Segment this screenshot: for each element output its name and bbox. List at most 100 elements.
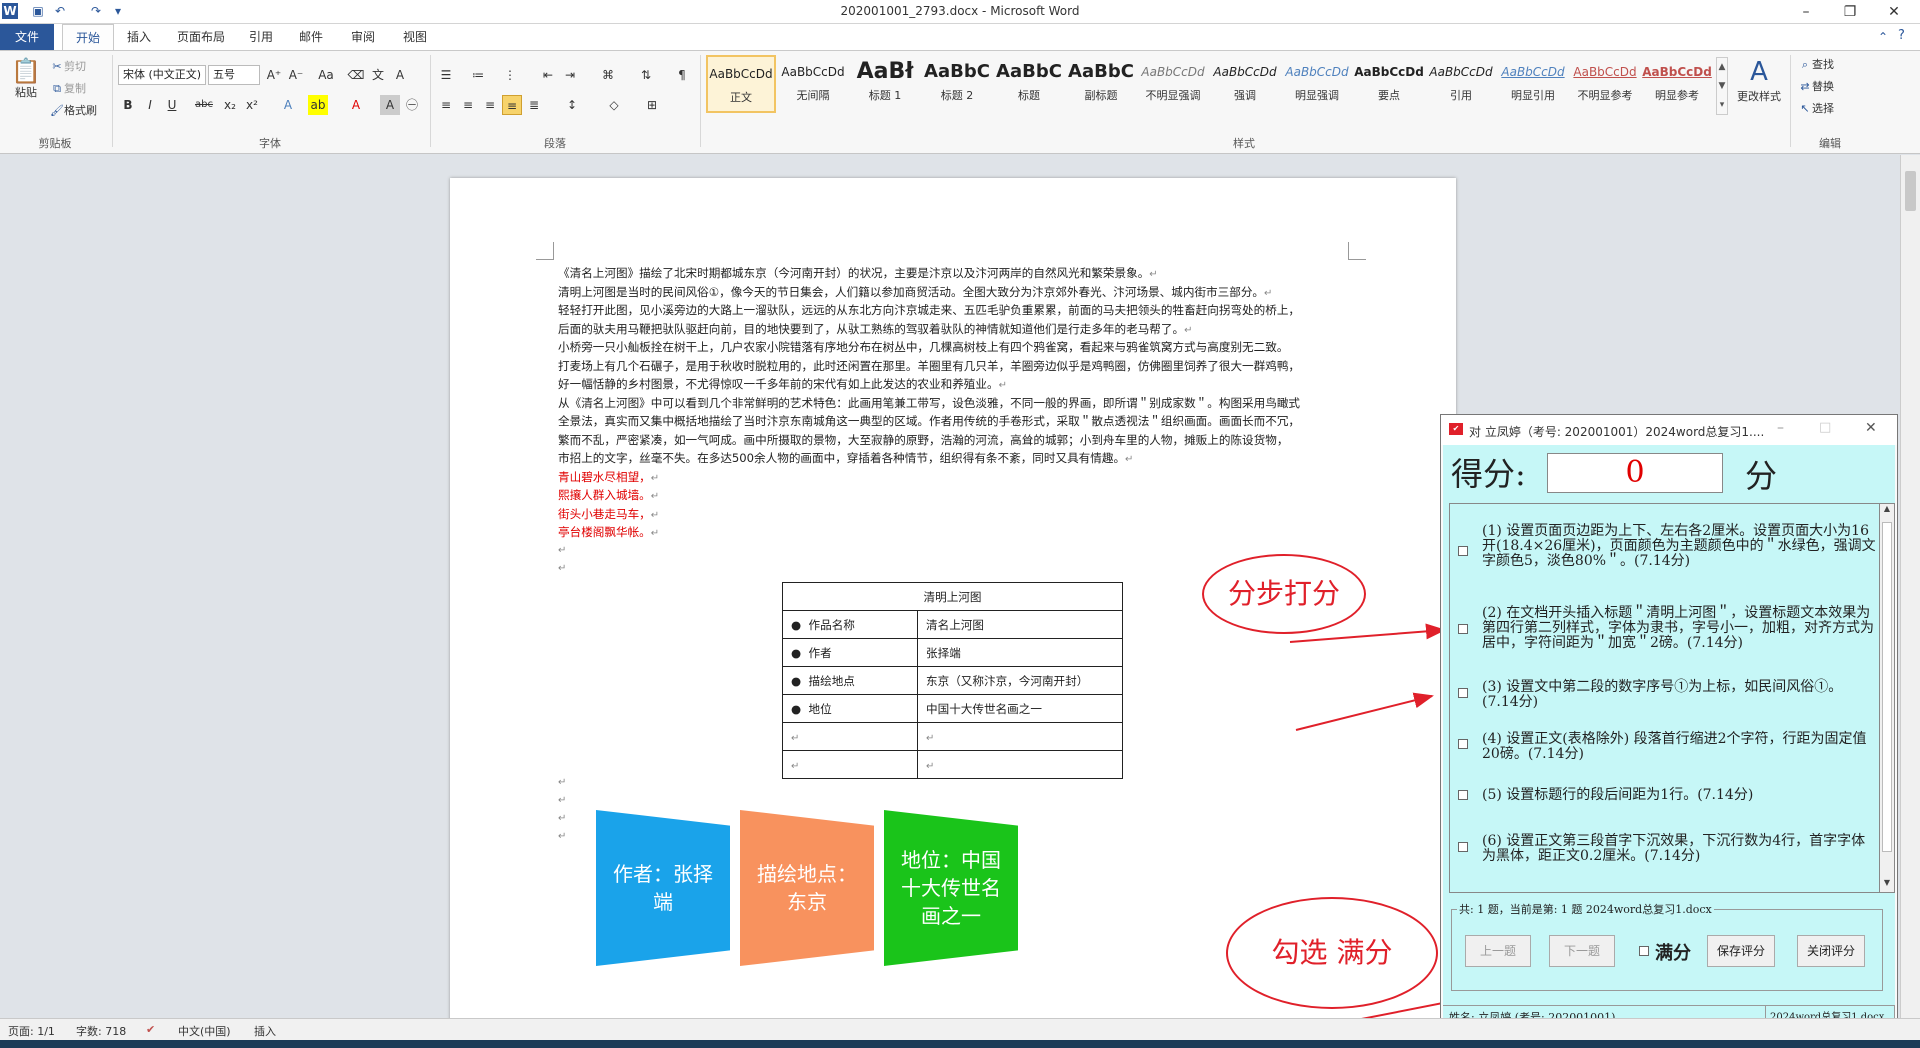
style-heading1[interactable]: AaBł 标题 1 bbox=[850, 55, 920, 113]
poem-line[interactable]: 亭台楼阁飘华帐。↵ bbox=[558, 523, 1348, 544]
item-checkbox[interactable] bbox=[1458, 546, 1468, 556]
language[interactable]: 中文(中国) bbox=[178, 1023, 231, 1039]
change-case-icon[interactable]: Aa bbox=[316, 65, 336, 85]
table-row[interactable]: ● 作者 张择端 bbox=[782, 638, 1123, 667]
sort-icon[interactable]: ⇅ bbox=[636, 65, 656, 85]
scroll-thumb[interactable] bbox=[1882, 522, 1892, 852]
table-cell[interactable]: ↵ bbox=[917, 722, 1123, 751]
justify-icon[interactable]: ≡ bbox=[502, 95, 522, 115]
tab-file[interactable]: 文件 bbox=[0, 24, 54, 50]
empty-paragraph[interactable]: ↵ bbox=[558, 792, 1348, 811]
table-cell[interactable]: 清名上河图 bbox=[917, 610, 1123, 639]
body-paragraph[interactable]: 市招上的文字，丝毫不失。在多达500余人物的画面中，穿插着各种情节，组织得有条不… bbox=[558, 449, 1348, 470]
font-name-select[interactable]: 宋体 (中文正文) bbox=[118, 65, 206, 85]
word-count[interactable]: 字数: 718 bbox=[76, 1023, 126, 1039]
italic-icon[interactable]: I bbox=[140, 95, 160, 115]
borders-icon[interactable]: ⊞ bbox=[642, 95, 662, 115]
font-color-icon[interactable]: A bbox=[346, 95, 366, 115]
item-checkbox[interactable] bbox=[1458, 790, 1468, 800]
table-cell[interactable]: ↵ bbox=[782, 722, 918, 751]
dialog-close-button[interactable]: ✕ bbox=[1865, 420, 1877, 436]
subscript-icon[interactable]: x₂ bbox=[220, 95, 240, 115]
body-paragraph[interactable]: 全景法，真实而又集中概括地描绘了当时汴京东南城角这一典型的区域。作者用传统的手卷… bbox=[558, 412, 1348, 431]
style-emphasis[interactable]: AaBbCcDd 强调 bbox=[1210, 55, 1280, 113]
item-checkbox[interactable] bbox=[1458, 739, 1468, 749]
increase-indent-icon[interactable]: ⇥ bbox=[560, 65, 580, 85]
table-row[interactable]: ● 作品名称 清名上河图 bbox=[782, 610, 1123, 639]
page-counter[interactable]: 页面: 1/1 bbox=[8, 1023, 55, 1039]
item-checkbox[interactable] bbox=[1458, 688, 1468, 698]
style-intense-reference[interactable]: AaBbCcDd 明显参考 bbox=[1642, 55, 1712, 113]
body-paragraph[interactable]: 小桥旁一只小舢板拴在树干上，几户农家小院错落有序地分布在树丛中，几棵高树枝上有四… bbox=[558, 338, 1348, 357]
align-center-icon[interactable]: ≡ bbox=[458, 95, 478, 115]
table-row[interactable]: ↵ ↵ bbox=[782, 722, 1123, 751]
tab-review[interactable]: 审阅 bbox=[342, 24, 384, 50]
body-paragraph[interactable]: 从《清名上河图》中可以看到几个非常鲜明的艺术特色：此画用笔兼工带写，设色淡雅，不… bbox=[558, 394, 1348, 413]
replace-button[interactable]: ⇄ 替换 bbox=[1798, 79, 1834, 95]
dialog-maximize-button[interactable]: □ bbox=[1819, 420, 1831, 435]
bullets-icon[interactable]: ☰ bbox=[436, 65, 456, 85]
poem-line[interactable]: 街头小巷走马车，↵ bbox=[558, 505, 1348, 526]
strikethrough-icon[interactable]: abc bbox=[194, 95, 214, 115]
enclose-characters-icon[interactable]: ㊀ bbox=[402, 95, 422, 115]
styles-scroll[interactable]: ▲ ▼ ▾ bbox=[1716, 57, 1728, 115]
empty-paragraph[interactable]: ↵ bbox=[558, 542, 1348, 561]
grading-dialog[interactable]: ✔ 对 立凤婷（考号: 202001001）2024word总复习1.... –… bbox=[1440, 414, 1898, 1036]
underline-icon[interactable]: U bbox=[162, 95, 182, 115]
minimize-button[interactable]: – bbox=[1784, 0, 1828, 24]
text-effects-icon[interactable]: A bbox=[278, 95, 298, 115]
smartart-shape-author[interactable]: 作者：张择端 bbox=[596, 810, 730, 966]
style-title[interactable]: AaBbC 标题 bbox=[994, 55, 1064, 113]
table-cell[interactable]: ● 描绘地点 bbox=[782, 666, 918, 695]
grading-items-list[interactable]: (1) 设置页面页边距为上下、左右各2厘米。设置页面大小为16开(18.4×26… bbox=[1449, 503, 1879, 893]
style-intense-quote[interactable]: AaBbCcDd 明显引用 bbox=[1498, 55, 1568, 113]
items-scrollbar[interactable]: ▲ ▼ bbox=[1879, 503, 1895, 893]
dialog-minimize-button[interactable]: – bbox=[1777, 420, 1784, 436]
insert-mode[interactable]: 插入 bbox=[254, 1023, 276, 1039]
body-paragraph[interactable]: 好一幅恬静的乡村图景，不尤得惊叹一千多年前的宋代有如上此发达的农业和养殖业。↵ bbox=[558, 375, 1348, 396]
table-cell[interactable]: 东京（又称汴京，今河南开封） bbox=[917, 666, 1123, 695]
multilevel-list-icon[interactable]: ⋮ bbox=[500, 65, 520, 85]
close-score-button[interactable]: 关闭评分 bbox=[1797, 935, 1865, 967]
table-row[interactable]: ● 地位 中国十大传世名画之一 bbox=[782, 694, 1123, 723]
numbering-icon[interactable]: ≔ bbox=[468, 65, 488, 85]
align-right-icon[interactable]: ≡ bbox=[480, 95, 500, 115]
poem-line[interactable]: 熙攘人群入城墙。↵ bbox=[558, 486, 1348, 507]
tab-insert[interactable]: 插入 bbox=[118, 24, 160, 50]
vertical-scrollbar[interactable] bbox=[1900, 155, 1920, 1018]
distributed-icon[interactable]: ≣ bbox=[524, 95, 544, 115]
select-button[interactable]: ↖ 选择 bbox=[1798, 101, 1834, 117]
change-styles-button[interactable]: A 更改样式 bbox=[1734, 55, 1784, 105]
full-marks-checkbox[interactable] bbox=[1639, 946, 1649, 956]
style-subtle-reference[interactable]: AaBbCcDd 不明显参考 bbox=[1570, 55, 1640, 113]
character-shading-icon[interactable]: A bbox=[380, 95, 400, 115]
proofing-icon[interactable]: ✔ bbox=[146, 1023, 155, 1036]
tab-view[interactable]: 视图 bbox=[394, 24, 436, 50]
empty-paragraph[interactable]: ↵ bbox=[558, 774, 1348, 793]
smartart-shape-status[interactable]: 地位：中国十大传世名画之一 bbox=[884, 810, 1018, 966]
close-button[interactable]: ✕ bbox=[1872, 0, 1916, 24]
poem-line[interactable]: 青山碧水尽相望，↵ bbox=[558, 468, 1348, 489]
table-cell[interactable]: ● 作品名称 bbox=[782, 610, 918, 639]
body-paragraph[interactable]: 《清名上河图》描绘了北宋时期都城东京（今河南开封）的状况，主要是汴京以及汴河两岸… bbox=[558, 264, 1348, 285]
style-subtle-emphasis[interactable]: AaBbCcDd 不明显强调 bbox=[1138, 55, 1208, 113]
body-paragraph[interactable]: 清明上河图是当时的民间风俗①，像今天的节日集会，人们籍以参加商贸活动。全图大致分… bbox=[558, 283, 1348, 304]
tab-page-layout[interactable]: 页面布局 bbox=[168, 24, 234, 50]
prev-question-button[interactable]: 上一题 bbox=[1465, 935, 1531, 967]
character-border-icon[interactable]: A bbox=[390, 65, 410, 85]
restore-button[interactable]: ❐ bbox=[1828, 0, 1872, 24]
table-cell[interactable]: ● 作者 bbox=[782, 638, 918, 667]
tab-mailings[interactable]: 邮件 bbox=[290, 24, 332, 50]
body-paragraph[interactable]: 后面的驮夫用马鞭把驮队驱赶向前，目的地快要到了，从驮工熟练的驾驭着驮队的神情就知… bbox=[558, 320, 1348, 341]
grow-font-icon[interactable]: A⁺ bbox=[264, 65, 284, 85]
next-question-button[interactable]: 下一题 bbox=[1549, 935, 1615, 967]
style-intense-emphasis[interactable]: AaBbCcDd 明显强调 bbox=[1282, 55, 1352, 113]
save-score-button[interactable]: 保存评分 bbox=[1707, 935, 1775, 967]
chinese-layout-icon[interactable]: ⌘ bbox=[598, 65, 618, 85]
tab-home[interactable]: 开始 bbox=[62, 24, 114, 50]
style-normal[interactable]: AaBbCcDd 正文 bbox=[706, 55, 776, 113]
format-painter-button[interactable]: 🖌格式刷 bbox=[50, 103, 97, 119]
paste-button[interactable]: 📋 粘贴 bbox=[8, 57, 44, 101]
style-strong[interactable]: AaBbCcDd 要点 bbox=[1354, 55, 1424, 113]
body-paragraph[interactable]: 轻轻打开此图，见小溪旁边的大路上一溜驮队，远远的从东北方向汴京城走来、五匹毛驴负… bbox=[558, 301, 1348, 320]
